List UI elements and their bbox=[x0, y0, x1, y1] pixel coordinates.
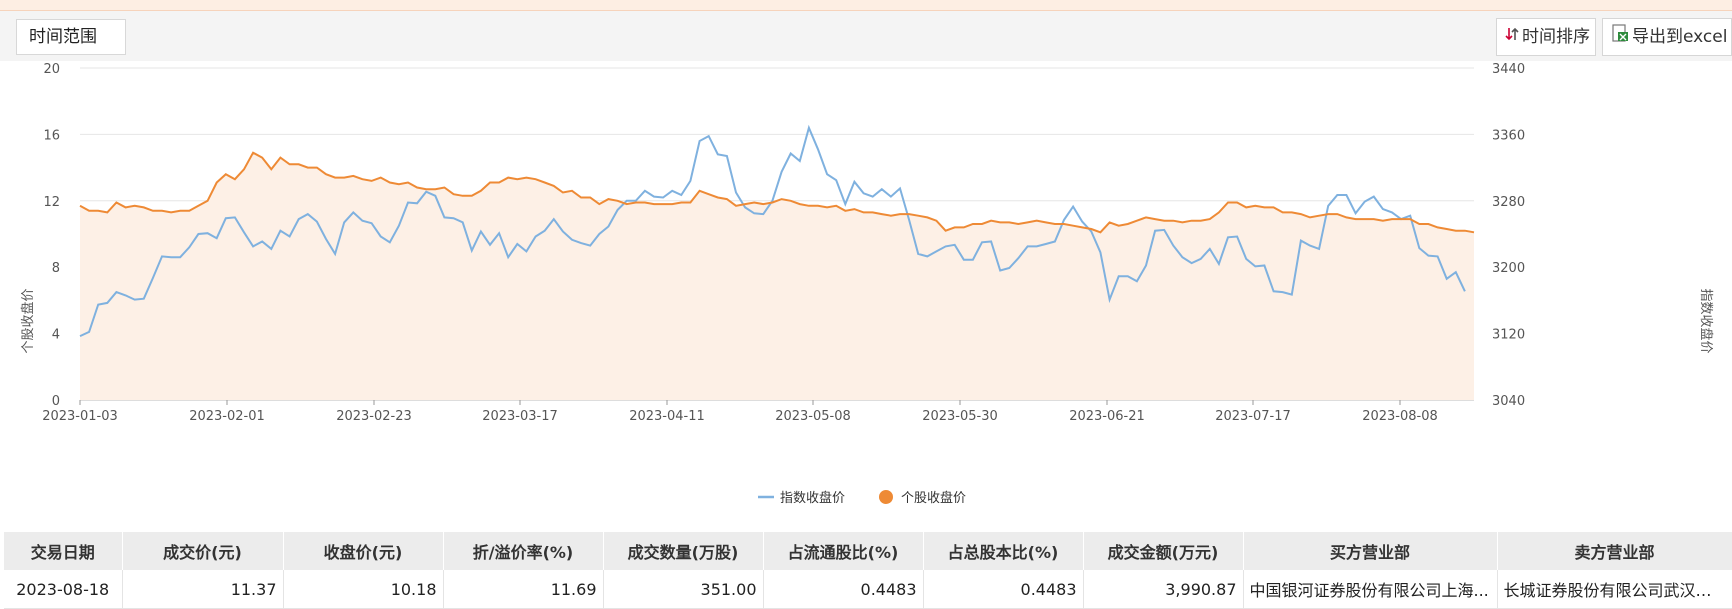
right-tick-label: 3040 bbox=[1492, 394, 1525, 409]
x-tick-label: 2023-07-17 bbox=[1215, 409, 1291, 424]
left-tick-label: 16 bbox=[43, 128, 60, 143]
legend-index-label[interactable]: 指数收盘价 bbox=[780, 490, 845, 506]
legend-stock-swatch[interactable] bbox=[879, 490, 893, 504]
right-tick-label: 3120 bbox=[1492, 328, 1525, 343]
legend-stock-label[interactable]: 个股收盘价 bbox=[901, 490, 966, 506]
col-close-price[interactable]: 收盘价(元) bbox=[283, 532, 444, 570]
cell-buyer: 中国银河证券股份有限公司上海... bbox=[1243, 570, 1498, 609]
right-tick-label: 3280 bbox=[1492, 195, 1525, 210]
col-buyer[interactable]: 买方营业部 bbox=[1243, 532, 1498, 570]
cell-amount: 3,990.87 bbox=[1083, 570, 1244, 609]
x-tick-label: 2023-03-17 bbox=[482, 409, 558, 424]
time-sort-button[interactable]: 时间排序 bbox=[1496, 18, 1596, 56]
cell-total-ratio: 0.4483 bbox=[923, 570, 1084, 609]
right-tick-label: 3440 bbox=[1492, 62, 1525, 77]
col-trade-date[interactable]: 交易日期 bbox=[4, 532, 123, 570]
left-tick-label: 4 bbox=[52, 328, 60, 343]
x-tick-label: 2023-04-11 bbox=[629, 409, 705, 424]
sort-arrows-icon bbox=[1505, 19, 1519, 55]
left-axis-label: 个股收盘价 bbox=[20, 288, 36, 353]
col-seller[interactable]: 卖方营业部 bbox=[1497, 532, 1732, 570]
block-trade-table: 交易日期 成交价(元) 收盘价(元) 折/溢价率(%) 成交数量(万股) 占流通… bbox=[4, 532, 1732, 609]
legend: 指数收盘价 个股收盘价 bbox=[758, 490, 966, 506]
x-tick-label: 2023-01-03 bbox=[42, 409, 118, 424]
excel-icon bbox=[1611, 19, 1629, 55]
toolbar: 时间范围 时间排序 导出到excel bbox=[0, 11, 1732, 61]
col-total-ratio[interactable]: 占总股本比(%) bbox=[923, 532, 1084, 570]
x-tick-label: 2023-05-30 bbox=[922, 409, 998, 424]
top-accent-bar bbox=[0, 0, 1732, 11]
cell-volume: 351.00 bbox=[603, 570, 764, 609]
left-tick-label: 8 bbox=[52, 261, 60, 276]
col-float-ratio[interactable]: 占流通股比(%) bbox=[763, 532, 924, 570]
cell-seller: 长城证券股份有限公司武汉杨... bbox=[1497, 570, 1732, 609]
col-premium-rate[interactable]: 折/溢价率(%) bbox=[443, 532, 604, 570]
right-tick-label: 3360 bbox=[1492, 128, 1525, 143]
time-range-dropdown[interactable]: 时间范围 bbox=[16, 19, 126, 55]
col-volume[interactable]: 成交数量(万股) bbox=[603, 532, 764, 570]
export-excel-label: 导出到excel bbox=[1632, 27, 1728, 47]
cell-premium-rate: 11.69 bbox=[443, 570, 604, 609]
cell-trade-date: 2023-08-18 bbox=[4, 570, 123, 609]
stock-price-area bbox=[80, 152, 1474, 400]
cell-trade-price: 11.37 bbox=[122, 570, 284, 609]
right-tick-label: 3200 bbox=[1492, 261, 1525, 276]
x-tick-label: 2023-05-08 bbox=[775, 409, 851, 424]
x-tick-label: 2023-08-08 bbox=[1362, 409, 1438, 424]
left-tick-label: 0 bbox=[52, 394, 60, 409]
cell-close-price: 10.18 bbox=[283, 570, 444, 609]
time-sort-label: 时间排序 bbox=[1522, 27, 1590, 47]
table-header-row: 交易日期 成交价(元) 收盘价(元) 折/溢价率(%) 成交数量(万股) 占流通… bbox=[4, 532, 1732, 570]
col-amount[interactable]: 成交金额(万元) bbox=[1083, 532, 1244, 570]
x-tick-label: 2023-06-21 bbox=[1069, 409, 1145, 424]
right-axis-label: 指数收盘价 bbox=[1698, 288, 1714, 353]
chart-svg: 0 4 8 12 16 20 3040 3120 3200 3280 3360 3440 2023-01… bbox=[20, 62, 1714, 506]
x-tick-label: 2023-02-23 bbox=[336, 409, 412, 424]
price-chart: 0 4 8 12 16 20 3040 3120 3200 3280 3360 3440 2023-01… bbox=[0, 61, 1732, 531]
cell-float-ratio: 0.4483 bbox=[763, 570, 924, 609]
x-tick-label: 2023-02-01 bbox=[189, 409, 265, 424]
export-excel-button[interactable]: 导出到excel bbox=[1602, 18, 1732, 56]
table-row[interactable]: 2023-08-18 11.37 10.18 11.69 351.00 0.44… bbox=[4, 570, 1732, 609]
left-tick-label: 12 bbox=[43, 195, 60, 210]
left-tick-label: 20 bbox=[43, 62, 60, 77]
col-trade-price[interactable]: 成交价(元) bbox=[122, 532, 284, 570]
